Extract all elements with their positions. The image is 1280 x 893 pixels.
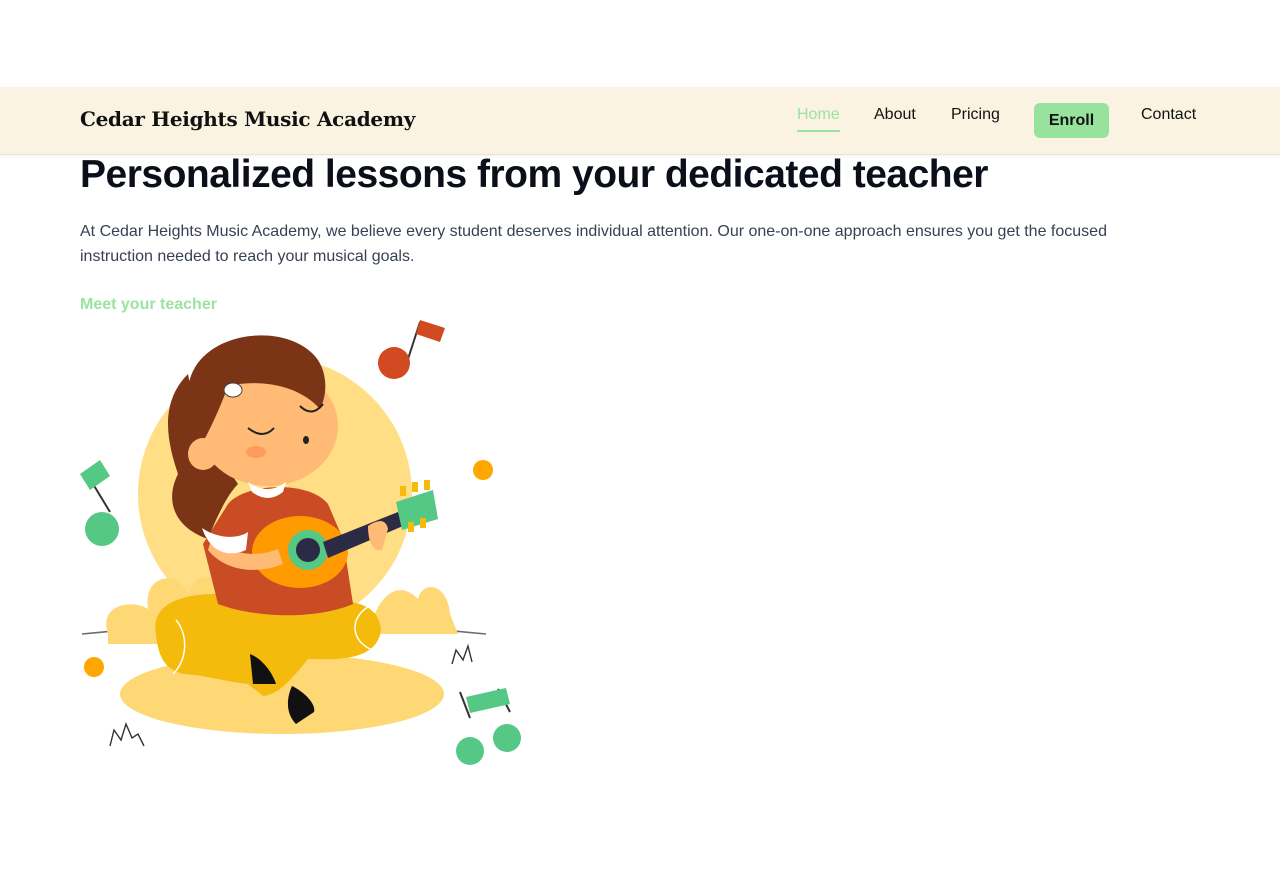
ear xyxy=(188,438,218,470)
music-note-green-right-icon xyxy=(456,688,521,765)
nav-home-link[interactable]: Home xyxy=(797,106,840,132)
cheek xyxy=(246,446,266,458)
music-note-red-icon xyxy=(378,320,445,379)
dot-orange-right xyxy=(473,460,493,480)
grass-doodle-right xyxy=(451,643,473,665)
enroll-button[interactable]: Enroll xyxy=(1034,103,1109,138)
mouth xyxy=(303,436,309,444)
bush-right xyxy=(368,587,458,634)
hero-title: Personalized lessons from your dedicated… xyxy=(80,153,988,196)
music-note-green-left-icon xyxy=(80,460,119,546)
brand-logo[interactable]: Cedar Heights Music Academy xyxy=(80,107,415,131)
nav-about-link[interactable]: About xyxy=(874,106,916,130)
nav-pricing-link[interactable]: Pricing xyxy=(951,106,1000,130)
hero-description: At Cedar Heights Music Academy, we belie… xyxy=(80,223,1107,265)
grass-doodle-left xyxy=(109,721,145,747)
nav-contact-link[interactable]: Contact xyxy=(1141,106,1196,130)
girl-playing-ukulele-illustration xyxy=(80,320,521,765)
top-spacer xyxy=(0,0,1280,87)
dot-orange-left xyxy=(84,657,104,677)
navbar: Cedar Heights Music Academy Home About P… xyxy=(0,87,1280,155)
meet-teacher-link[interactable]: Meet your teacher xyxy=(80,296,217,314)
hair-clip xyxy=(223,382,243,398)
